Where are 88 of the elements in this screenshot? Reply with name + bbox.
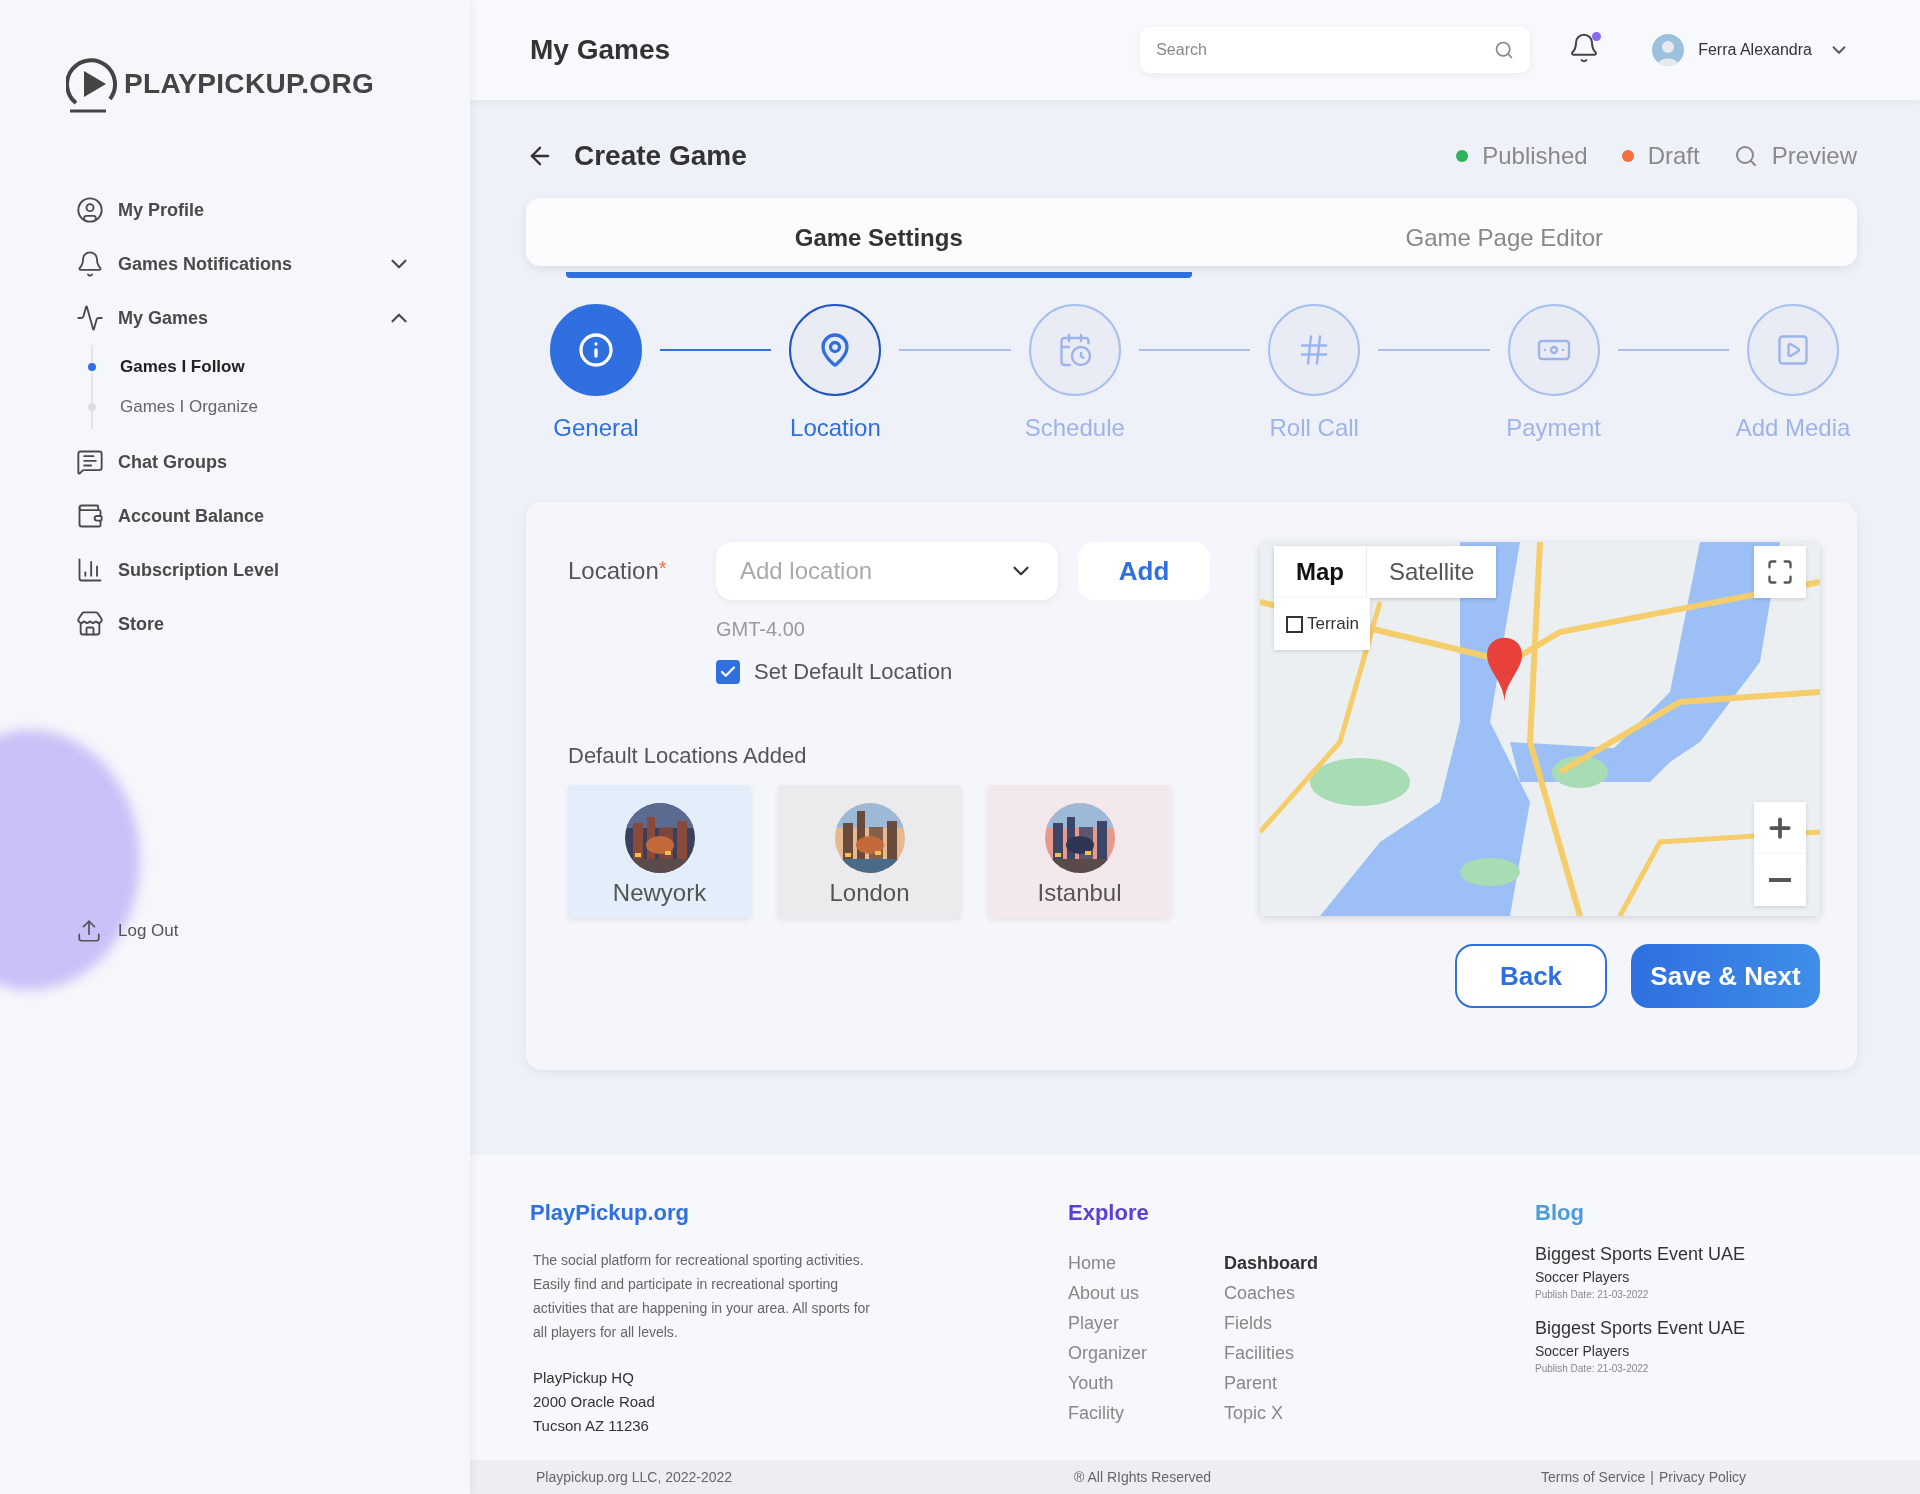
footer-description: The social platform for recreational sporting activities. Easily find and participate in recreational sporting activities that are happening in your area. All sports for all players for all levels. [533,1251,871,1342]
chat-icon [76,448,104,476]
blog-post-date: Publish Date: 21-03-2022 [1535,1289,1650,1300]
copyright-text: Playpickup.org LLC, 2022-2022 [536,1469,734,1485]
wallet-icon [76,502,104,530]
footer-link[interactable]: Facility [1068,1398,1224,1428]
nav-item[interactable]: Subscription Level [76,543,412,597]
nav-subitem[interactable]: Games I Organize [88,387,470,427]
back-button[interactable]: Back [1455,944,1607,1008]
tab[interactable]: Game Page Editor [1191,198,1817,278]
nav-item[interactable]: My Games [76,291,412,345]
rights-text: ® All RIghts Reserved [1074,1469,1213,1485]
fullscreen-icon [1766,558,1794,586]
map-type-tab[interactable]: Map [1274,546,1366,598]
nav-item[interactable]: Games Notifications [76,237,412,291]
legal-link[interactable]: Privacy Policy [1658,1469,1747,1485]
blog-post-subtitle: Soccer Players [1535,1269,1631,1285]
footer-link[interactable]: Fields [1224,1308,1380,1338]
footer-link[interactable]: Youth [1068,1368,1224,1398]
footer-title: Explore [1068,1200,1150,1226]
step-label: Location [790,414,881,442]
logo-text: PLAYPICKUP.ORG [124,68,375,100]
info-icon [578,332,614,368]
nav-item[interactable]: Chat Groups [76,435,412,489]
location-card[interactable]: Newyork [568,785,751,918]
footer-title: Blog [1535,1200,1585,1226]
user-name: Ferra Alexandra [1698,41,1812,59]
step-label: General [553,414,639,442]
upload-icon [76,918,102,944]
address-line: 2000 Oracle Road [533,1392,656,1412]
nav-item[interactable]: Account Balance [76,489,412,543]
footer-link[interactable]: Facilities [1224,1338,1380,1368]
footer-link[interactable]: Coaches [1224,1278,1380,1308]
default-location-checkbox[interactable]: Set Default Location [716,659,1210,685]
save-next-button[interactable]: Save & Next [1631,944,1820,1008]
zoom-in-button[interactable] [1754,802,1806,854]
zoom-out-button[interactable] [1754,854,1806,906]
search-icon [1733,144,1758,168]
nav-item[interactable]: Store [76,597,412,651]
nav-subitem[interactable]: Games I Follow [88,347,470,387]
step-label: Schedule [1024,414,1125,442]
header-title: My Games [530,34,672,66]
footer-title: PlayPickup.org [530,1200,690,1226]
minus-icon [1769,878,1791,882]
step-label: Add Media [1735,414,1851,442]
field-label: Location* [568,557,668,585]
bar-chart-icon [76,556,104,584]
store-icon [76,610,104,638]
address-line: PlayPickup HQ [533,1368,635,1388]
step-label: Payment [1506,414,1601,442]
address-line: Tucson AZ 11236 [533,1416,650,1436]
blog-post-date: Publish Date: 21-03-2022 [1535,1363,1650,1374]
user-icon [76,196,104,224]
activity-icon [76,304,104,332]
footer-link[interactable]: Organizer [1068,1338,1224,1368]
footer-link[interactable]: Parent [1224,1368,1380,1398]
tab[interactable]: Game Settings [566,198,1192,278]
status-label: Draft [1621,142,1700,170]
section-title: Default Locations Added [568,743,808,769]
checkbox[interactable] [716,660,740,684]
blog-post-title[interactable]: Biggest Sports Event UAE [1535,1244,1920,1265]
logout-link[interactable]: Log Out [76,918,470,944]
footer-link[interactable]: Dashboard [1224,1248,1380,1278]
timezone-text: GMT-4.00 [716,618,806,641]
step-label: Roll Call [1269,414,1359,442]
fullscreen-button[interactable] [1754,546,1806,598]
footer-link[interactable]: Player [1068,1308,1224,1338]
bell-icon [76,250,104,278]
search-icon [1494,40,1515,60]
terrain-checkbox[interactable]: Terrain [1274,598,1370,650]
location-select[interactable]: Add location [716,542,1058,600]
nav-item[interactable]: My Profile [76,183,412,237]
separator: | [1650,1469,1654,1485]
footer-link[interactable]: Home [1068,1248,1224,1278]
map-type-tab[interactable]: Satellite [1366,546,1497,598]
footer-link[interactable]: About us [1068,1278,1224,1308]
blog-post-title[interactable]: Biggest Sports Event UAE [1535,1318,1920,1339]
add-button[interactable]: Add [1078,542,1210,600]
search-field[interactable]: Search [1140,27,1531,73]
blog-post-subtitle: Soccer Players [1535,1343,1631,1359]
location-card[interactable]: Istanbul [988,785,1171,918]
footer-link[interactable]: Topic X [1224,1398,1380,1428]
logo-icon [66,55,120,113]
location-card[interactable]: London [778,785,961,918]
legal-link[interactable]: Terms of Service [1541,1469,1646,1485]
status-label: Published [1456,142,1588,170]
page-title: Create Game [574,140,748,172]
map[interactable]: Map Satellite Terrain [1260,542,1820,916]
